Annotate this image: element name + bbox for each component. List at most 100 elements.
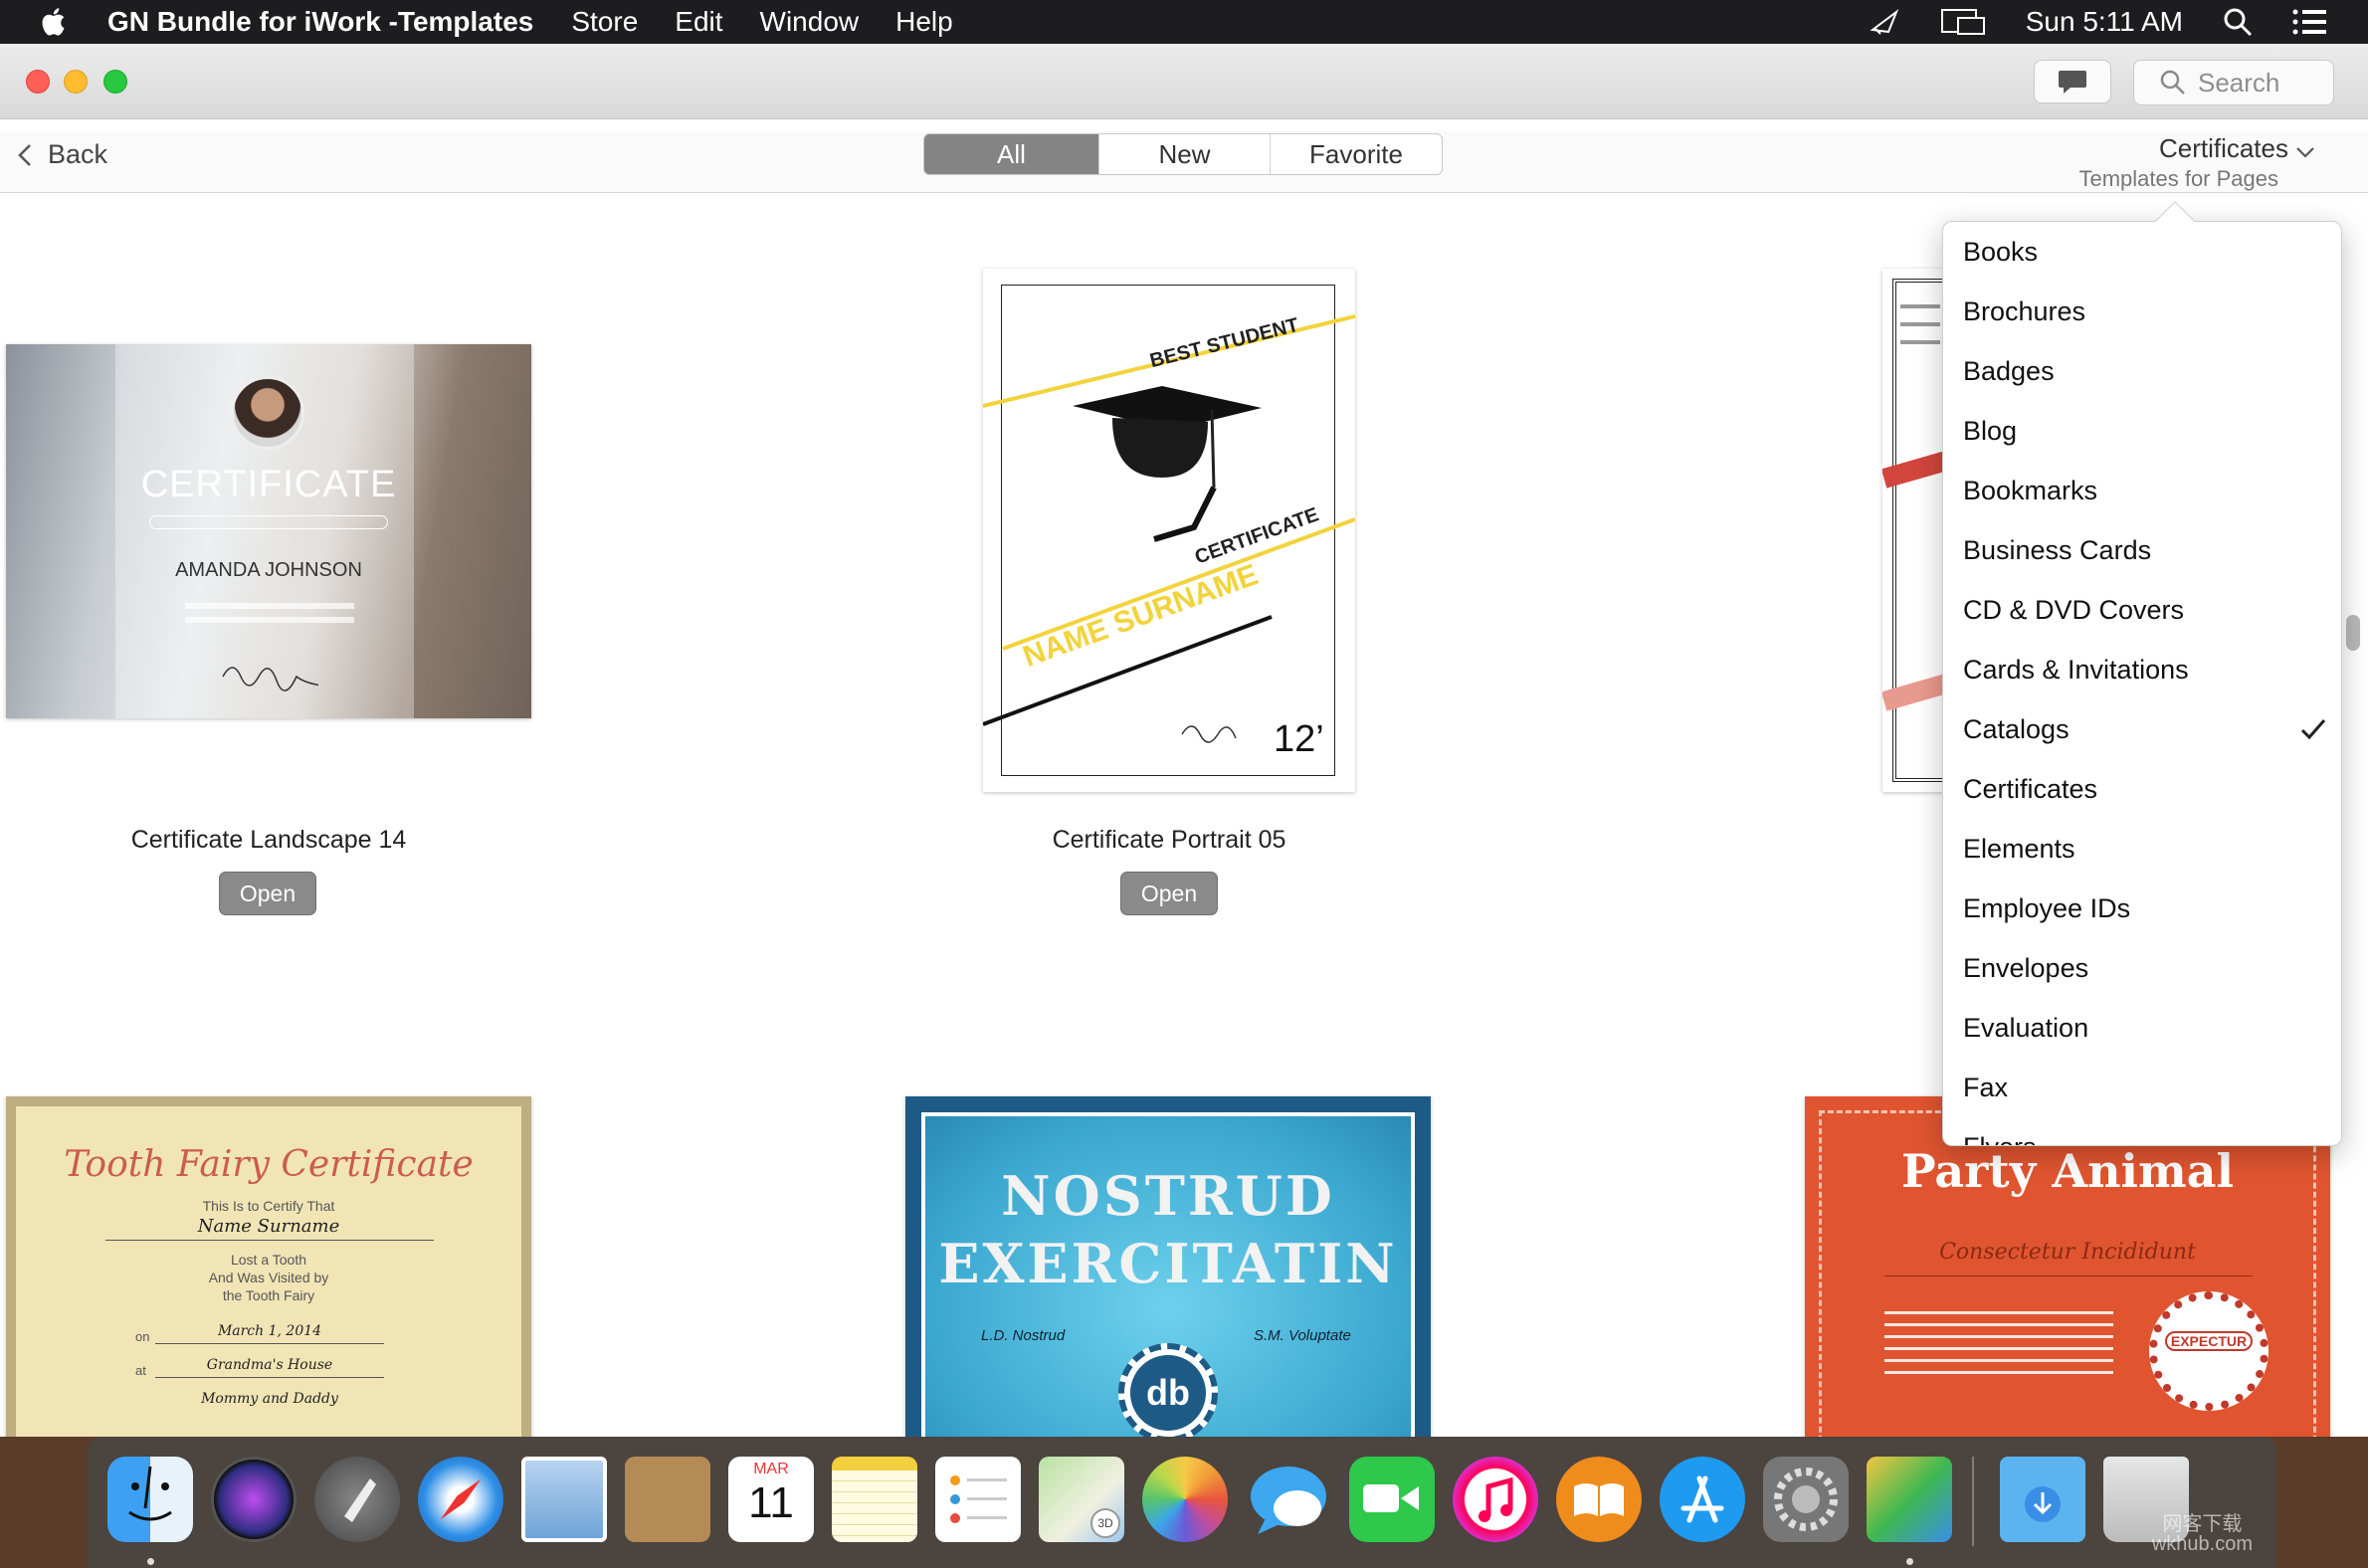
spotlight-search-icon[interactable] [2223, 7, 2253, 37]
notes-icon[interactable] [832, 1457, 917, 1542]
dropdown-item-fax[interactable]: Fax [1963, 1058, 2008, 1117]
thumb-line: EXERCITATIN [938, 1232, 1398, 1295]
calendar-icon[interactable]: MAR 11 [728, 1457, 814, 1542]
category-title: Certificates [2158, 133, 2288, 163]
dropdown-item-elements[interactable]: Elements [1963, 819, 2075, 879]
itunes-icon[interactable] [1453, 1457, 1538, 1542]
dropdown-item-books[interactable]: Books [1963, 222, 2038, 282]
template-title: Certificate Portrait 05 [1052, 826, 1286, 854]
thumb-line: This Is to Certify That [202, 1198, 335, 1214]
vertical-scrollbar[interactable] [2346, 615, 2360, 651]
running-indicator [1906, 1558, 1913, 1565]
segment-favorite[interactable]: Favorite [1271, 134, 1442, 174]
thumb-name: AMANDA JOHNSON [175, 559, 362, 581]
dropdown-item-cards-invitations[interactable]: Cards & Invitations [1963, 640, 2189, 699]
thumb-line: NOSTRUD [1001, 1164, 1335, 1228]
siri-icon[interactable] [211, 1457, 296, 1542]
maps-icon[interactable]: 3D [1039, 1457, 1124, 1542]
menu-bar: GN Bundle for iWork -Templates Store Edi… [0, 0, 2368, 44]
dock-separator [1972, 1457, 1974, 1546]
reminders-icon[interactable] [935, 1457, 1021, 1542]
display-mirror-icon[interactable] [1940, 6, 1986, 38]
airdrop-status-icon[interactable] [1869, 6, 1900, 38]
thumb-heading: Tooth Fairy Certificate [64, 1144, 474, 1185]
chevron-down-icon [2296, 147, 2314, 158]
zoom-window-button[interactable] [103, 70, 127, 94]
thumb-seal: EXPECTUR [2165, 1331, 2253, 1351]
thumb-year: 12’ [1274, 718, 1324, 760]
ibooks-icon[interactable] [1556, 1457, 1642, 1542]
running-indicator [147, 1558, 154, 1565]
menu-window[interactable]: Window [760, 6, 860, 38]
watermark-line: wkhub.com [2151, 1533, 2253, 1555]
thumb-signature: S.M. Voluptate [1254, 1327, 1351, 1344]
category-dropdown-trigger[interactable]: Certificates Templates for Pages [2078, 133, 2316, 192]
safari-icon[interactable] [418, 1457, 503, 1542]
dropdown-item-blog[interactable]: Blog [1963, 401, 2017, 461]
thumb-place: Grandma's House [206, 1357, 333, 1373]
dropdown-item-certificates[interactable]: Certificates [1963, 759, 2097, 819]
watermark: 网客下载 wkhub.com [2152, 1514, 2253, 1554]
minimize-window-button[interactable] [64, 70, 88, 94]
template-thumbnail-certificate-portrait-05[interactable]: BEST STUDENT CERTIFICATE NAME SURNAME 12… [983, 269, 1355, 792]
template-thumbnail-party-animal[interactable]: Party Animal Consectetur Incididunt EXPE… [1805, 1096, 2330, 1437]
facetime-icon[interactable] [1349, 1457, 1435, 1542]
search-icon [2160, 70, 2185, 95]
thumb-line: Lost a Tooth [230, 1252, 307, 1268]
menubar-clock[interactable]: Sun 5:11 AM [2026, 6, 2183, 38]
dropdown-item-catalogs[interactable]: Catalogs [1963, 699, 2070, 759]
template-thumbnail-certificate-landscape-14[interactable]: CERTIFICATE AMANDA JOHNSON [6, 344, 531, 718]
finder-icon[interactable] [107, 1457, 193, 1542]
dropdown-item-brochures[interactable]: Brochures [1963, 282, 2085, 341]
segment-all[interactable]: All [924, 134, 1099, 174]
dropdown-item-cd-dvd-covers[interactable]: CD & DVD Covers [1963, 580, 2184, 640]
dropdown-item-employee-ids[interactable]: Employee IDs [1963, 879, 2130, 938]
open-template-button[interactable]: Open [219, 872, 316, 915]
gn-bundle-icon[interactable] [1867, 1457, 1952, 1542]
maps-3d-badge: 3D [1090, 1508, 1120, 1538]
thumb-signers: Mommy and Daddy [201, 1391, 338, 1407]
template-thumbnail-nostrud[interactable]: NOSTRUD EXERCITATIN L.D. Nostrud S.M. Vo… [905, 1096, 1431, 1437]
search-field[interactable]: Search [2133, 60, 2334, 105]
dock: MAR 11 3D 网客下载 wkhub.com [88, 1437, 2276, 1568]
launchpad-icon[interactable] [314, 1457, 400, 1542]
avatar [231, 376, 304, 450]
dropdown-item-badges[interactable]: Badges [1963, 341, 2055, 401]
speech-bubble-icon [2059, 71, 2086, 94]
calendar-month: MAR [753, 1461, 789, 1477]
menu-store[interactable]: Store [571, 6, 638, 38]
contacts-icon[interactable] [625, 1457, 710, 1542]
thumb-line: And Was Visited by [208, 1270, 329, 1285]
apple-icon[interactable] [38, 5, 72, 39]
back-button[interactable]: Back [18, 139, 107, 170]
dropdown-item-flyers[interactable]: Flyers [1963, 1117, 2037, 1145]
close-window-button[interactable] [26, 70, 50, 94]
dropdown-item-business-cards[interactable]: Business Cards [1963, 520, 2151, 580]
title-bar: Search [0, 44, 2368, 119]
thumb-heading: CERTIFICATE [140, 464, 397, 505]
chevron-left-icon [18, 143, 31, 166]
mail-icon[interactable] [521, 1457, 607, 1542]
downloads-icon[interactable] [2000, 1457, 2085, 1542]
thumb-signature: L.D. Nostrud [981, 1327, 1066, 1344]
template-title: Certificate Landscape 14 [130, 826, 407, 854]
menu-help[interactable]: Help [895, 6, 953, 38]
open-template-button[interactable]: Open [1120, 872, 1218, 915]
app-menu[interactable]: GN Bundle for iWork -Templates [107, 6, 533, 38]
notification-center-icon[interactable] [2292, 8, 2328, 36]
dropdown-item-bookmarks[interactable]: Bookmarks [1963, 461, 2097, 520]
thumb-line: the Tooth Fairy [222, 1287, 315, 1303]
messages-icon[interactable] [1246, 1457, 1331, 1542]
search-placeholder: Search [2198, 67, 2280, 98]
dropdown-item-evaluation[interactable]: Evaluation [1963, 998, 2088, 1058]
feedback-button[interactable] [2034, 60, 2111, 103]
segment-new[interactable]: New [1099, 134, 1271, 174]
menu-edit[interactable]: Edit [675, 6, 722, 38]
category-dropdown-list: Books Brochures Badges Blog Bookmarks Bu… [1942, 221, 2342, 1146]
template-thumbnail-tooth-fairy[interactable]: Tooth Fairy Certificate This Is to Certi… [6, 1096, 531, 1437]
dropdown-item-envelopes[interactable]: Envelopes [1963, 938, 2088, 998]
app-store-icon[interactable] [1660, 1457, 1745, 1542]
back-label: Back [48, 139, 108, 169]
photos-icon[interactable] [1142, 1457, 1228, 1542]
system-preferences-icon[interactable] [1763, 1457, 1849, 1542]
